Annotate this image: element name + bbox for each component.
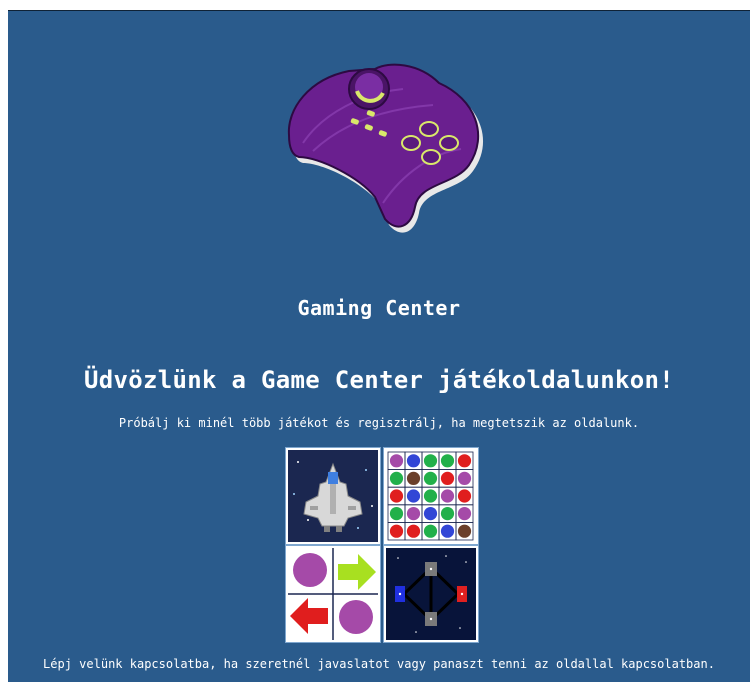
page: Gaming Center Üdvözlünk a Game Center já…: [8, 10, 750, 682]
contact-text: Lépj velünk kapcsolatba, ha szeretnél ja…: [43, 657, 715, 671]
site-title: Gaming Center: [297, 296, 461, 320]
intro-text: Próbálj ki minél több játékot és regiszt…: [118, 416, 640, 430]
gamepad-icon: [283, 53, 493, 243]
pong-space-game-icon: [386, 548, 476, 640]
game-tile-color-match[interactable]: [384, 448, 478, 544]
welcome-heading: Üdvözlünk a Game Center játékoldalunkon!: [84, 366, 674, 394]
arrows-puzzle-game-icon: [288, 548, 378, 640]
game-tile-spaceship[interactable]: [286, 448, 380, 544]
game-tile-arrows[interactable]: [286, 546, 380, 642]
game-grid: [286, 448, 478, 642]
spaceship-game-icon: [288, 450, 378, 542]
game-tile-pong[interactable]: [384, 546, 478, 642]
match-colors-game-icon: [386, 450, 476, 542]
